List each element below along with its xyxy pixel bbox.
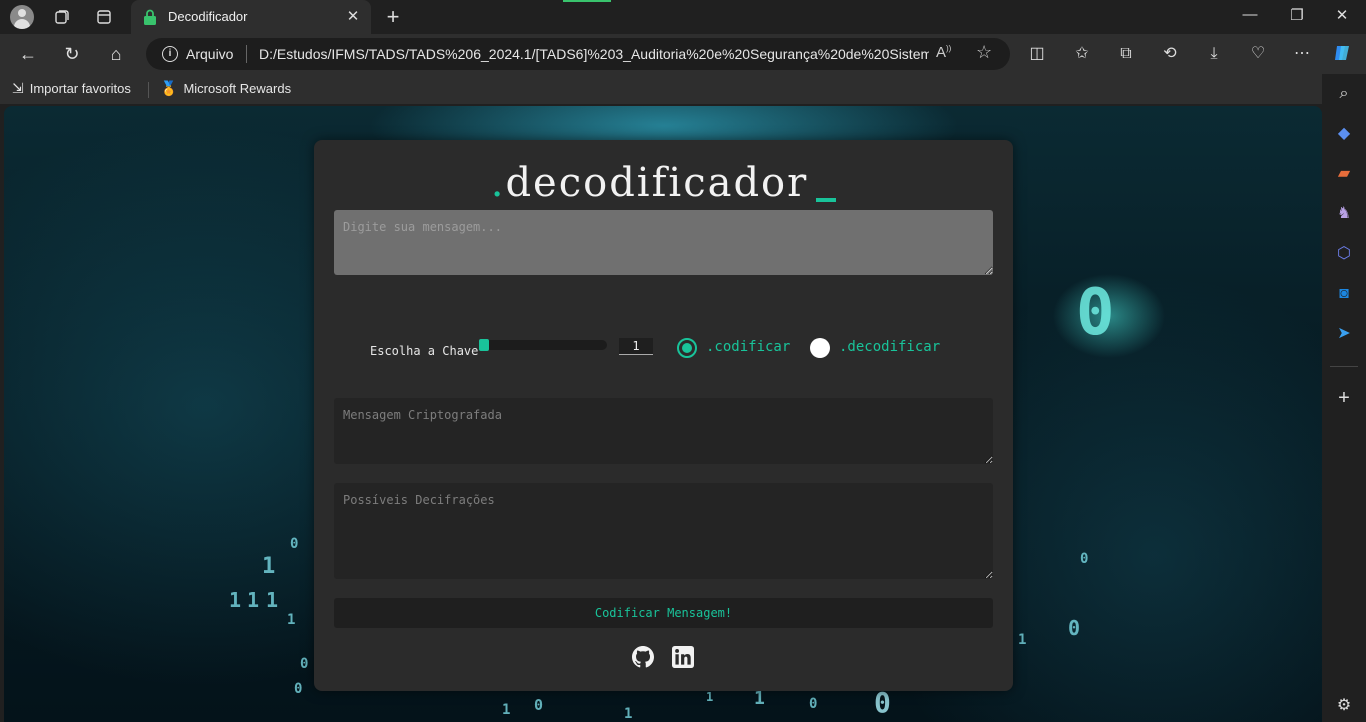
matrix-glyph: 0 [809,696,818,712]
matrix-glyph: 1 [624,706,633,722]
shopping-tag-icon[interactable]: ◆ [1332,122,1356,146]
decode-label[interactable]: .decodificar [839,339,940,355]
favorite-star-icon[interactable]: ☆ [976,42,992,63]
address-bar[interactable]: i Arquivo D:/Estudos/IFMS/TADS/TADS%206_… [146,38,1010,70]
add-sidebar-app-icon[interactable]: + [1332,386,1356,410]
matrix-glyph: 0 [1068,616,1081,640]
logo-cursor [816,198,837,202]
matrix-glyph: 1 [1018,632,1027,648]
microsoft-365-icon[interactable]: ⬡ [1332,242,1356,266]
lock-icon [144,9,156,25]
encrypted-message-output[interactable] [334,398,993,464]
refresh-button[interactable]: ↻ [60,42,84,66]
tab-bar: Decodificador ✕ + — ❐ ✕ [0,0,1366,34]
tab-actions-icon[interactable] [92,5,116,29]
copilot-icon[interactable] [1331,42,1355,66]
address-url[interactable]: D:/Estudos/IFMS/TADS/TADS%206_2024.1/[TA… [259,46,929,62]
sidebar-divider [1330,366,1358,367]
key-slider[interactable] [479,339,607,351]
favorites-bar: ⇲ Importar favoritos 🏅 Microsoft Rewards [0,74,1366,104]
matrix-glyph: 0 [534,696,544,714]
matrix-glyph: 1 [287,612,296,628]
decode-radio[interactable] [810,338,830,358]
import-favorites-link[interactable]: ⇲ Importar favoritos [12,80,131,97]
address-divider [246,45,247,63]
possible-deciphers-output[interactable] [334,483,993,579]
github-icon[interactable] [632,646,654,668]
read-aloud-icon[interactable]: A)) [936,44,951,61]
tools-icon[interactable]: ▰ [1332,162,1356,186]
app-logo: .decodificador [314,160,1013,206]
search-icon[interactable]: ⌕ [1332,82,1356,106]
matrix-glyph: 0 [1076,276,1115,350]
drag-indicator [563,0,611,2]
matrix-glyph: 1 [262,554,276,579]
new-tab-button[interactable]: + [381,4,405,30]
tab-decodificador[interactable]: Decodificador ✕ [131,0,371,34]
key-number-input[interactable]: 1 [619,338,653,355]
minimize-button[interactable]: — [1238,6,1262,23]
info-icon[interactable]: i [162,46,178,62]
history-icon[interactable]: ⟲ [1158,42,1182,66]
matrix-glyph: 1 [266,588,279,612]
encode-message-button[interactable]: Codificar Mensagem! [334,598,993,628]
linkedin-icon[interactable] [672,646,694,668]
medal-icon: 🏅 [160,80,178,96]
profile-avatar[interactable] [10,5,34,29]
microsoft-rewards-link[interactable]: 🏅 Microsoft Rewards [160,80,291,97]
matrix-glyph: 0 [1080,551,1089,567]
games-icon[interactable]: ♞ [1332,202,1356,226]
matrix-glyph: 0 [300,656,309,672]
performance-icon[interactable]: ♡ [1246,42,1270,66]
tab-title: Decodificador [168,9,248,24]
page-viewport: 0 1 0 1 1 1 0 1 0 1 1 0 1 0 1 0 1 0 0 .d… [4,106,1322,722]
key-label: Escolha a Chave [370,344,479,358]
matrix-glyph: 1 [706,690,714,704]
favorites-icon[interactable]: ✩ [1070,42,1094,66]
restore-button[interactable]: ❐ [1285,6,1309,24]
downloads-icon[interactable]: ⤓ [1202,42,1226,66]
favorites-divider [148,82,149,98]
matrix-glyph: 1 [754,688,765,709]
outlook-icon[interactable]: ◙ [1332,282,1356,306]
logo-text: decodificador [505,160,809,206]
matrix-glyph: 1 [502,702,511,718]
encode-label[interactable]: .codificar [706,339,790,355]
back-button[interactable]: ← [16,42,40,66]
encode-radio[interactable] [677,338,697,358]
navigation-toolbar: ← ↻ ⌂ i Arquivo D:/Estudos/IFMS/TADS/TAD… [0,34,1366,74]
decoder-card: .decodificador Escolha a Chave 1 .codifi… [314,140,1013,691]
key-slider-thumb[interactable] [479,339,489,351]
close-tab-icon[interactable]: ✕ [343,7,363,25]
home-button[interactable]: ⌂ [104,42,128,66]
sidebar-settings-icon[interactable]: ⚙ [1332,694,1356,718]
split-screen-icon[interactable]: ◫ [1025,42,1049,66]
close-window-button[interactable]: ✕ [1330,6,1354,24]
matrix-glyph: 1 [229,588,242,612]
matrix-glyph: 1 [247,588,260,612]
message-input[interactable] [334,210,993,275]
import-icon: ⇲ [12,80,24,96]
drop-send-icon[interactable]: ➤ [1332,322,1356,346]
edge-sidebar: ⌕ ◆ ▰ ♞ ⬡ ◙ ➤ + ⚙ [1322,74,1366,722]
matrix-glyph: 0 [294,681,303,697]
collections-icon[interactable]: ⧉ [1114,42,1138,66]
matrix-glyph: 0 [290,536,299,552]
more-menu-icon[interactable]: ⋯ [1290,42,1314,66]
workspaces-icon[interactable] [50,5,74,29]
address-scheme: Arquivo [186,46,234,62]
